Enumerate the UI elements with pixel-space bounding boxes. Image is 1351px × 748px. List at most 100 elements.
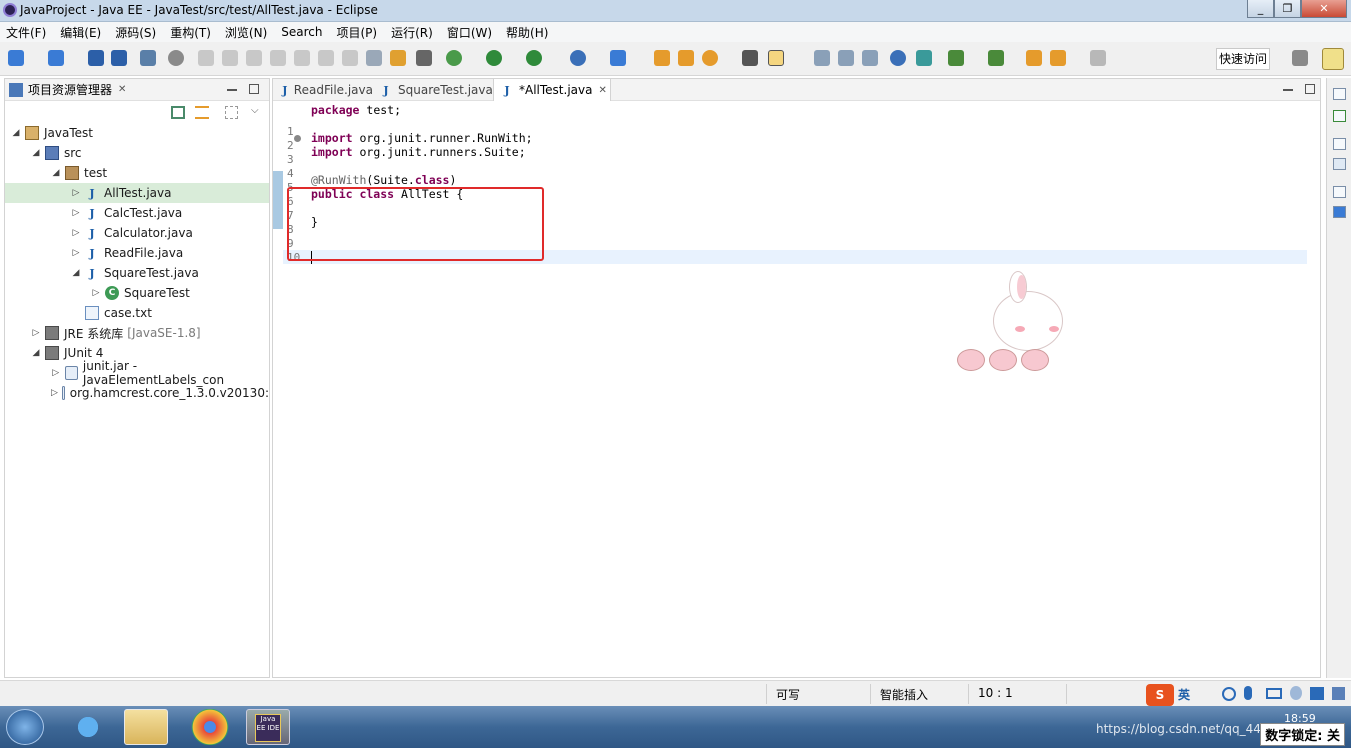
debug-icon[interactable]: [446, 50, 462, 66]
word-wrap-icon[interactable]: [814, 50, 830, 66]
tree-item[interactable]: ▷ J AllTest.java: [5, 183, 269, 203]
disconnect-icon[interactable]: [270, 50, 286, 66]
menu-navigate[interactable]: 浏览(N): [225, 24, 267, 41]
maximize-button[interactable]: ❐: [1274, 0, 1301, 18]
tree-item[interactable]: ◢ test: [5, 163, 269, 183]
minimize-button[interactable]: _: [1247, 0, 1274, 18]
save-icon[interactable]: [88, 50, 104, 66]
coverage-icon[interactable]: [526, 50, 542, 66]
show-whitespace-icon[interactable]: [862, 50, 878, 66]
focus-icon[interactable]: [225, 106, 238, 119]
drop-to-frame-icon[interactable]: [366, 50, 382, 66]
next-annotation-icon[interactable]: [948, 50, 964, 66]
tab-alltest[interactable]: J *AllTest.java ✕: [493, 79, 611, 101]
menu-search[interactable]: Search: [281, 25, 322, 39]
expand-arrow-icon[interactable]: ◢: [71, 268, 81, 278]
back-icon[interactable]: [1050, 50, 1066, 66]
step-into-icon[interactable]: [294, 50, 310, 66]
step-over-icon[interactable]: [318, 50, 334, 66]
tree-item[interactable]: ▷ J ReadFile.java: [5, 243, 269, 263]
link-with-editor-icon[interactable]: [195, 106, 209, 119]
toolbox-icon[interactable]: [1332, 687, 1345, 700]
expand-arrow-icon[interactable]: ◢: [51, 168, 61, 178]
tree-item[interactable]: ▷ J CalcTest.java: [5, 203, 269, 223]
save-all-icon[interactable]: [111, 50, 127, 66]
suspend-icon[interactable]: [222, 50, 238, 66]
skip-breakpoints-icon[interactable]: [168, 50, 184, 66]
menu-edit[interactable]: 编辑(E): [60, 24, 101, 41]
share-icon[interactable]: [916, 50, 932, 66]
chrome-icon[interactable]: [188, 709, 232, 745]
new-java-class-icon[interactable]: [610, 50, 626, 66]
new-icon[interactable]: [8, 50, 24, 66]
sogou-ime-icon[interactable]: S: [1146, 684, 1174, 706]
expand-arrow-icon[interactable]: ▷: [51, 388, 58, 398]
start-button[interactable]: [6, 709, 44, 745]
forward-icon[interactable]: [1090, 50, 1106, 66]
outline-icon[interactable]: [1333, 158, 1346, 170]
annotation-icon[interactable]: [768, 50, 784, 66]
run-icon[interactable]: [486, 50, 502, 66]
previous-annotation-icon[interactable]: [988, 50, 1004, 66]
file-explorer-icon[interactable]: [124, 709, 168, 745]
emoji-icon[interactable]: [1222, 687, 1236, 701]
user-icon[interactable]: [1290, 686, 1302, 700]
expand-arrow-icon[interactable]: ◢: [31, 348, 41, 358]
tree-item[interactable]: case.txt: [5, 303, 269, 323]
restore-view-icon[interactable]: [1333, 186, 1346, 198]
new-server-icon[interactable]: [48, 50, 64, 66]
toggle-mark-icon[interactable]: [742, 50, 758, 66]
resume-icon[interactable]: [198, 50, 214, 66]
code-area[interactable]: 1 2 3 4 5 6 7 8 9 10 package test; import org.juni…: [273, 101, 1320, 677]
eclipse-taskbar-icon[interactable]: Java EE IDE: [246, 709, 290, 745]
restore-view-icon[interactable]: [1333, 138, 1346, 150]
menu-refactor[interactable]: 重构(T): [170, 24, 211, 41]
collapse-all-icon[interactable]: [171, 106, 185, 119]
close-button[interactable]: ✕: [1301, 0, 1347, 18]
tab-squaretest[interactable]: J SquareTest.java: [375, 79, 495, 101]
expand-arrow-icon[interactable]: ▷: [71, 248, 81, 258]
java-ee-perspective-icon[interactable]: [1322, 48, 1344, 70]
minimize-view-icon[interactable]: [227, 89, 237, 91]
internet-explorer-icon[interactable]: [66, 709, 110, 745]
task-list-icon[interactable]: [1333, 110, 1346, 122]
tree-item[interactable]: ◢ J SquareTest.java: [5, 263, 269, 283]
more-icon[interactable]: [416, 50, 432, 66]
open-console-icon[interactable]: [140, 50, 156, 66]
close-tab-icon[interactable]: ✕: [598, 85, 606, 96]
keyboard-icon[interactable]: [1266, 688, 1282, 699]
expand-arrow-icon[interactable]: ▷: [31, 328, 41, 338]
expand-arrow-icon[interactable]: ▷: [71, 188, 81, 198]
tree-item[interactable]: ▷ org.hamcrest.core_1.3.0.v20130:: [5, 383, 269, 403]
expand-arrow-icon[interactable]: ◢: [11, 128, 21, 138]
ime-language[interactable]: 英: [1178, 686, 1190, 703]
expand-arrow-icon[interactable]: ▷: [91, 288, 101, 298]
view-menu-icon[interactable]: ⌵: [251, 105, 259, 116]
maximize-view-icon[interactable]: [249, 84, 259, 94]
menu-run[interactable]: 运行(R): [391, 24, 433, 41]
minimize-editor-icon[interactable]: [1283, 89, 1293, 91]
restore-view-icon[interactable]: [1333, 88, 1346, 100]
server-icon[interactable]: [570, 50, 586, 66]
tree-item[interactable]: ▷ J Calculator.java: [5, 223, 269, 243]
menu-window[interactable]: 窗口(W): [447, 24, 492, 41]
tree-item[interactable]: ▷ JRE 系统库 [JavaSE-1.8]: [5, 323, 269, 343]
menu-project[interactable]: 项目(P): [337, 24, 378, 41]
tab-readfile[interactable]: J ReadFile.java: [273, 79, 373, 101]
tree-item[interactable]: ◢ src: [5, 143, 269, 163]
open-perspective-icon[interactable]: [1292, 50, 1308, 66]
expand-arrow-icon[interactable]: ▷: [71, 228, 81, 238]
web-browser-icon[interactable]: [890, 50, 906, 66]
maximize-editor-icon[interactable]: [1305, 84, 1315, 94]
expand-arrow-icon[interactable]: ▷: [71, 208, 81, 218]
step-return-icon[interactable]: [342, 50, 358, 66]
menu-help[interactable]: 帮助(H): [506, 24, 548, 41]
menu-file[interactable]: 文件(F): [6, 24, 46, 41]
expand-arrow-icon[interactable]: ◢: [31, 148, 41, 158]
use-step-filters-icon[interactable]: [390, 50, 406, 66]
project-explorer-tab[interactable]: 项目资源管理器 ✕: [9, 81, 126, 98]
menu-source[interactable]: 源码(S): [115, 24, 156, 41]
voice-icon[interactable]: [1244, 686, 1252, 700]
skin-icon[interactable]: [1310, 687, 1324, 700]
search-icon[interactable]: [702, 50, 718, 66]
